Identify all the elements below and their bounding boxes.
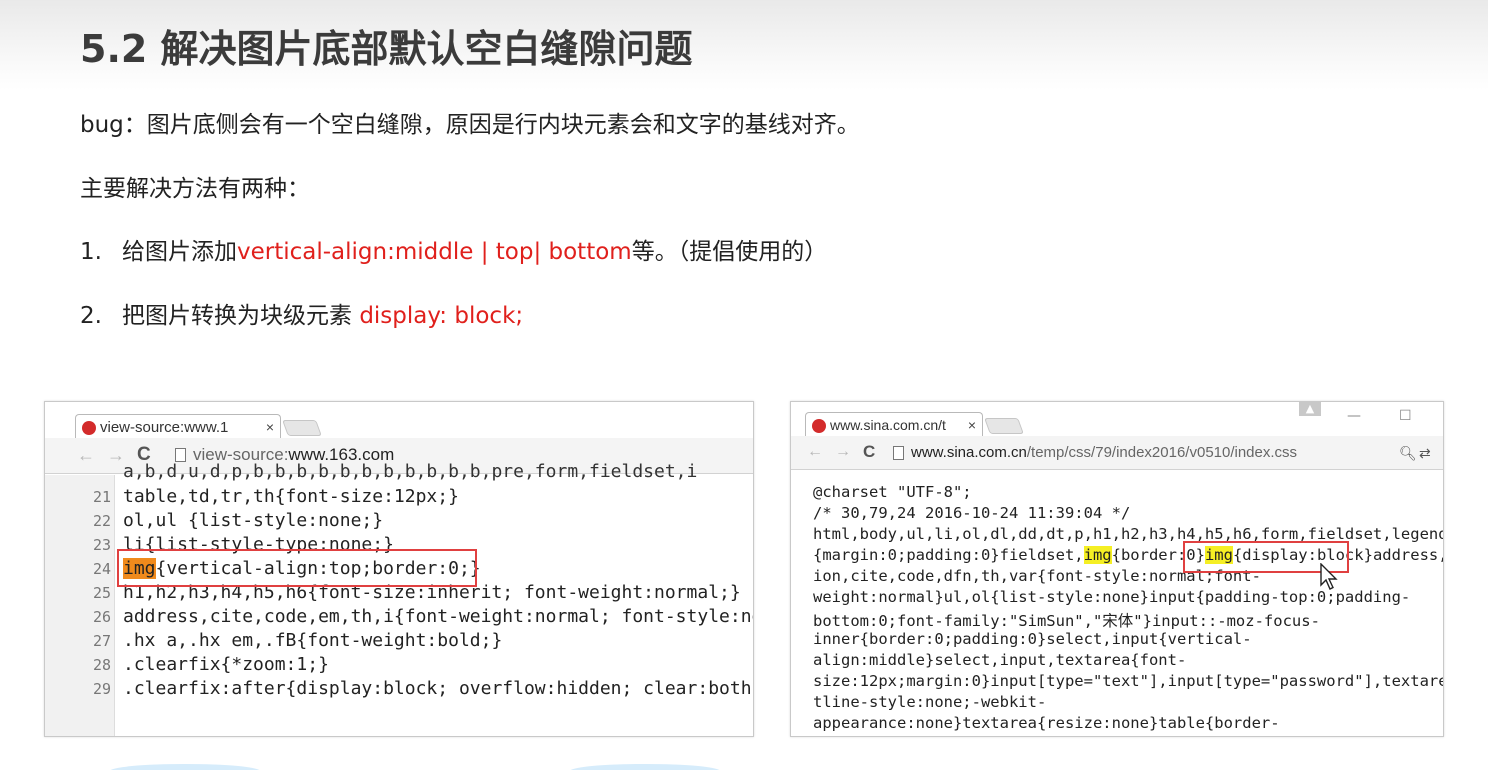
- forward-arrow-icon[interactable]: →: [835, 443, 851, 461]
- address-bar[interactable]: www.sina.com.cn/temp/css/79/index2016/v0…: [911, 444, 1297, 461]
- method-2-number: 2.: [80, 303, 102, 329]
- css-line: html,body,ul,li,ol,dl,dd,dt,p,h1,h2,h3,h…: [813, 525, 1444, 543]
- netease-favicon-icon: [82, 421, 96, 435]
- new-tab-button[interactable]: [282, 420, 322, 436]
- css-line: @charset "UTF-8";: [813, 483, 972, 501]
- css-text: html,body,ul,li,ol,dl,dd,dt,p,h1,h2,h3,h…: [813, 525, 1444, 543]
- method-2-code: display: block;: [359, 303, 524, 329]
- method-1-code: vertical-align:middle | top| bottom: [237, 239, 632, 265]
- css-line: inner{border:0;padding:0}select,input{ve…: [813, 630, 1252, 648]
- line-number: 24: [92, 560, 111, 578]
- decorative-blob: [110, 764, 260, 770]
- tab-close-icon[interactable]: ×: [968, 417, 976, 433]
- tab-sina[interactable]: www.sina.com.cn/t ×: [805, 412, 983, 438]
- code-text: ol,ul {list-style:none;}: [123, 510, 384, 531]
- tab-title: view-source:www.1: [100, 419, 229, 436]
- line-number: 25: [92, 584, 111, 602]
- code-line: 26 address,cite,code,em,th,i{font-weight…: [45, 605, 753, 629]
- line-number: 22: [92, 512, 111, 530]
- slide-title: 5.2 解决图片底部默认空白缝隙问题: [80, 27, 693, 71]
- source-view: a,b,d,u,d,p,b,b,b,b,b,b,b,b,b,b,b,pre,fo…: [45, 461, 753, 736]
- browser-toolbar: ← → C www.sina.com.cn/temp/css/79/index2…: [791, 436, 1443, 470]
- address-host: www.sina.com.cn: [911, 444, 1027, 461]
- code-text: table,td,tr,th{font-size:12px;}: [123, 486, 459, 507]
- code-text: address,cite,code,em,th,i{font-weight:no…: [123, 606, 754, 627]
- code-line: 28 .clearfix{*zoom:1;}: [45, 653, 753, 677]
- css-line-img: {margin:0;padding:0}fieldset,img{border:…: [813, 546, 1443, 564]
- line-number: 21: [92, 488, 111, 506]
- new-tab-button[interactable]: [984, 418, 1024, 434]
- css-text: address,cap: [1372, 546, 1443, 564]
- css-line: size:12px;margin:0}input[type="text"],in…: [813, 672, 1444, 690]
- css-line: appearance:none}textarea{resize:none}tab…: [813, 714, 1280, 732]
- img-rule-highlight-box: [117, 549, 477, 587]
- line-number: 26: [92, 608, 111, 626]
- tab-strip: view-source:www.1 ×: [45, 402, 753, 440]
- img-highlight: img: [1083, 546, 1112, 564]
- page-icon: [893, 446, 904, 460]
- css-line: align:middle}select,input,textarea{font-: [813, 651, 1187, 669]
- method-1: 1. 给图片添加vertical-align:middle | top| bott…: [80, 232, 827, 266]
- css-line: bottom:0;font-family:"SimSun","宋体"}input…: [813, 612, 1320, 630]
- css-text: {margin:0;padding:0}fieldset,: [813, 546, 1084, 564]
- method-1-note: 等。（提倡使用的）: [631, 239, 828, 265]
- sina-favicon-icon: [812, 419, 826, 433]
- mouse-cursor-icon: [1320, 563, 1338, 590]
- user-profile-icon[interactable]: ▲: [1299, 402, 1321, 416]
- method-2: 2. 把图片转换为块级元素 display: block;: [80, 296, 523, 330]
- tab-title: www.sina.com.cn/t: [830, 417, 946, 433]
- screenshot-163-source: view-source:www.1 × ← → C view-source:ww…: [44, 401, 754, 737]
- address-path: /temp/css/79/index2016/v0510/index.css: [1026, 444, 1298, 461]
- line-number: 29: [92, 680, 111, 698]
- bug-description: bug：图片底侧会有一个空白缝隙，原因是行内块元素会和文字的基线对齐。: [80, 112, 860, 138]
- code-text: .clearfix{*zoom:1;}: [123, 654, 329, 675]
- maximize-icon[interactable]: ☐: [1399, 408, 1412, 424]
- tab-close-icon[interactable]: ×: [266, 419, 274, 435]
- code-line: 22 ol,ul {list-style:none;}: [45, 509, 753, 533]
- method-2-text: 把图片转换为块级元素: [122, 303, 352, 329]
- code-text: a,b,d,u,d,p,b,b,b,b,b,b,b,b,b,b,b,pre,fo…: [123, 461, 698, 482]
- code-text: .hx a,.hx em,.fB{font-weight:bold;}: [123, 630, 503, 651]
- screenshot-sina-css: www.sina.com.cn/t × ▲ — ☐ ← → C www.sina…: [790, 401, 1444, 737]
- tab-view-source[interactable]: view-source:www.1 ×: [75, 414, 281, 440]
- line-number: 23: [92, 536, 111, 554]
- minimize-icon[interactable]: —: [1347, 408, 1361, 424]
- code-text: .clearfix:after{display:block; overflow:…: [123, 678, 754, 699]
- css-line: tline-style:none;-webkit-: [813, 693, 1047, 711]
- methods-intro: 主要解决方法有两种：: [80, 176, 310, 202]
- zoom-icon[interactable]: 🔍︎: [1399, 445, 1417, 462]
- method-1-text: 给图片添加: [122, 239, 237, 265]
- code-line: 21 table,td,tr,th{font-size:12px;}: [45, 485, 753, 509]
- code-line-cut: a,b,d,u,d,p,b,b,b,b,b,b,b,b,b,b,b,pre,fo…: [45, 460, 753, 484]
- code-line: 27 .hx a,.hx em,.fB{font-weight:bold;}: [45, 629, 753, 653]
- code-line: 29 .clearfix:after{display:block; overfl…: [45, 677, 753, 701]
- tab-strip: www.sina.com.cn/t × ▲ — ☐: [791, 402, 1443, 438]
- css-line: /* 30,79,24 2016-10-24 11:39:04 */: [813, 504, 1131, 522]
- css-source-view: @charset "UTF-8"; /* 30,79,24 2016-10-24…: [791, 471, 1443, 736]
- reload-icon[interactable]: C: [863, 442, 875, 462]
- line-number: 27: [92, 632, 111, 650]
- back-arrow-icon[interactable]: ←: [807, 443, 823, 461]
- translate-icon[interactable]: ⇄: [1419, 445, 1431, 462]
- line-number: 28: [92, 656, 111, 674]
- method-1-number: 1.: [80, 239, 102, 265]
- decorative-blob: [570, 764, 720, 770]
